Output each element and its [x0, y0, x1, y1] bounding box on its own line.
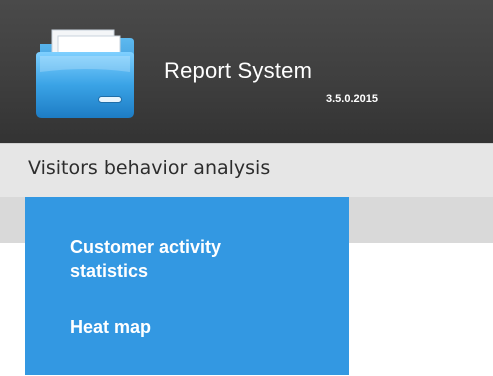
app-title: Report System — [164, 58, 313, 83]
dropdown-menu: Customer activity statistics Heat map — [25, 197, 349, 375]
menu-item-heat-map[interactable]: Heat map — [70, 315, 320, 339]
menu-item-customer-activity-statistics[interactable]: Customer activity statistics — [70, 235, 320, 283]
menu-visitors-behavior-analysis[interactable]: Visitors behavior analysis — [28, 157, 270, 179]
menu-item-label-line2: statistics — [70, 261, 149, 281]
menu-item-label: Heat map — [70, 317, 152, 337]
menu-item-label-line1: Customer activity — [70, 237, 222, 257]
menu-bar: Visitors behavior analysis — [0, 143, 493, 197]
folder-icon — [30, 26, 140, 126]
app-version: 3.5.0.2015 — [326, 93, 378, 105]
app-header: Report System 3.5.0.2015 — [0, 0, 493, 143]
